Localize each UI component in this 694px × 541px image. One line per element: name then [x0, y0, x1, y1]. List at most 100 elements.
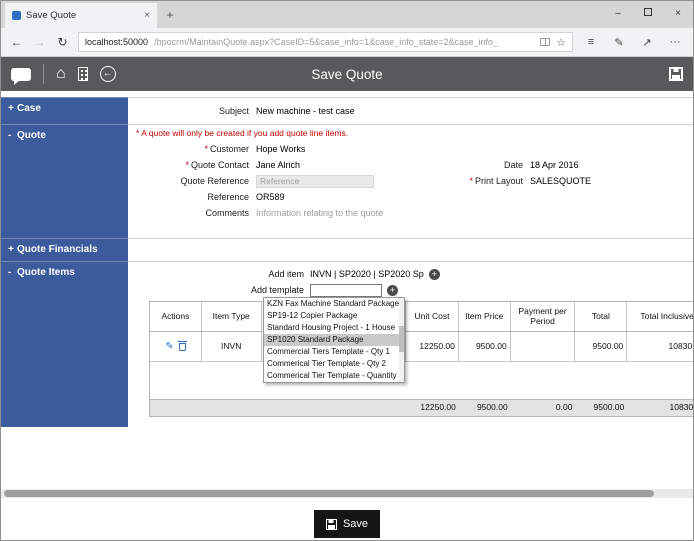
more-options-icon[interactable]: ··· — [665, 36, 685, 48]
col-header-total: Total — [575, 302, 627, 331]
horizontal-scrollbar[interactable] — [1, 489, 693, 498]
quote-reference-input[interactable] — [256, 175, 374, 188]
refresh-icon[interactable]: ↻ — [55, 35, 70, 49]
url-input[interactable]: localhost:50000 /bpocrm/MaintainQuote.as… — [78, 32, 573, 52]
date-label: Date — [416, 160, 523, 170]
row-item-type: INVN — [202, 332, 262, 361]
dropdown-option[interactable]: Commercial Tiers Template - Qty 1 — [264, 346, 399, 358]
expand-icon[interactable]: + — [8, 244, 17, 255]
quote-reference-label: Quote Reference — [128, 176, 256, 186]
section-quote-financials: +Quote Financials — [1, 238, 693, 261]
dropdown-scrollbar[interactable] — [399, 298, 404, 382]
building-icon[interactable] — [78, 67, 88, 81]
dropdown-option[interactable]: KZN Fax Machine Standard Package — [264, 298, 399, 310]
save-button[interactable]: Save — [314, 510, 380, 538]
dropdown-scroll-thumb[interactable] — [399, 326, 404, 352]
app-header: ⌂ ← Save Quote — [1, 57, 693, 91]
edit-icon[interactable]: ✎ — [165, 341, 173, 353]
add-template-plus-button[interactable]: + — [387, 285, 398, 296]
hub-icon[interactable]: ≡ — [581, 36, 601, 48]
dropdown-option-highlighted[interactable]: SP1020 Standard Package — [264, 334, 399, 346]
browser-tab[interactable]: Save Quote × — [5, 3, 157, 28]
row-item-price: 9500.00 — [459, 332, 511, 361]
web-note-icon[interactable]: ✎ — [609, 36, 629, 49]
col-header-item-price: Item Price — [459, 302, 511, 331]
required-marker: * — [469, 176, 473, 186]
sidebar-item-quote[interactable]: -Quote — [1, 124, 128, 238]
row-payment-per-period — [511, 332, 576, 361]
collapse-icon[interactable]: - — [8, 130, 17, 141]
save-floppy-icon — [326, 519, 337, 530]
subject-value: New machine - test case — [256, 106, 416, 116]
quote-contact-value[interactable]: Jane Alrich — [256, 160, 416, 170]
window-close-icon[interactable]: × — [663, 1, 693, 28]
save-bar: Save — [1, 510, 693, 538]
window-controls: – × — [603, 1, 693, 28]
sidebar-item-quote-items[interactable]: -Quote Items — [1, 261, 128, 427]
dropdown-option[interactable]: SP19-12 Copier Package — [264, 310, 399, 322]
forward-icon[interactable]: → — [32, 35, 47, 49]
add-template-input[interactable] — [310, 284, 382, 297]
totals-item-price: 9500.00 — [459, 400, 511, 416]
add-item-value[interactable]: INVN | SP2020 | SP2020 Sp — [310, 269, 424, 279]
row-actions-cell: ✎ — [150, 332, 202, 361]
back-circle-icon[interactable]: ← — [100, 66, 116, 82]
delete-icon[interactable] — [179, 343, 186, 351]
section-quote-items: -Quote Items Add item INVN | SP2020 | SP… — [1, 261, 693, 427]
dropdown-option[interactable]: Commerical Tier Template - Qty 2 — [264, 358, 399, 370]
favorites-star-icon[interactable]: ☆ — [556, 36, 566, 49]
home-icon[interactable]: ⌂ — [56, 66, 66, 82]
window-minimize-icon[interactable]: – — [603, 1, 633, 28]
browser-address-bar: ← → ↻ localhost:50000 /bpocrm/MaintainQu… — [1, 28, 693, 57]
save-icon[interactable] — [669, 67, 683, 81]
quote-contact-label: *Quote Contact — [128, 160, 256, 170]
quote-financials-panel — [128, 238, 693, 261]
date-value[interactable]: 18 Apr 2016 — [530, 160, 579, 170]
header-divider — [43, 64, 44, 84]
dropdown-option[interactable]: Commerical Tier Template - Quantity 3 — [264, 370, 399, 382]
collapse-icon[interactable]: - — [8, 267, 17, 278]
expand-icon[interactable]: + — [8, 103, 17, 114]
add-item-label: Add item — [128, 269, 310, 279]
col-header-total-inclusive: Total Inclusive — [627, 302, 693, 331]
browser-tab-bar: Save Quote × + – × — [1, 1, 693, 28]
sidebar-item-quote-financials[interactable]: +Quote Financials — [1, 238, 128, 261]
case-panel: Subject New machine - test case — [128, 97, 693, 124]
reading-view-icon[interactable] — [540, 38, 550, 46]
quote-items-panel: Add item INVN | SP2020 | SP2020 Sp + Add… — [128, 261, 693, 427]
comments-input[interactable] — [256, 208, 476, 218]
window-maximize-icon[interactable] — [633, 1, 663, 28]
tab-favicon-icon — [12, 11, 21, 20]
save-button-label: Save — [343, 518, 368, 530]
share-icon[interactable]: ↗ — [637, 36, 657, 49]
print-layout-label: *Print Layout — [416, 176, 523, 186]
col-header-item-type: Item Type — [202, 302, 262, 331]
row-total: 9500.00 — [575, 332, 627, 361]
required-marker: * — [204, 144, 208, 154]
customer-label: *Customer — [128, 144, 256, 154]
dropdown-option[interactable]: Standard Housing Project - 1 House — [264, 322, 399, 334]
customer-value[interactable]: Hope Works — [256, 144, 416, 154]
col-header-actions: Actions — [150, 302, 202, 331]
required-marker: * — [185, 160, 189, 170]
print-layout-value[interactable]: SALESQUOTE — [530, 176, 591, 186]
totals-payment-per-period: 0.00 — [511, 400, 576, 416]
row-unit-cost: 12250.00 — [406, 332, 459, 361]
totals-unit-cost: 12250.00 — [406, 400, 459, 416]
quote-note: * A quote will only be created if you ad… — [136, 128, 693, 139]
totals-total: 9500.00 — [575, 400, 627, 416]
url-path: /bpocrm/MaintainQuote.aspx?CaseID=5&case… — [154, 37, 534, 47]
sidebar-item-case[interactable]: +Case — [1, 97, 128, 124]
section-case: +Case Subject New machine - test case — [1, 97, 693, 124]
chat-icon[interactable] — [11, 68, 31, 81]
table-empty-space — [150, 362, 693, 399]
add-item-plus-button[interactable]: + — [429, 269, 440, 280]
horizontal-scroll-thumb[interactable] — [4, 490, 654, 497]
col-header-payment-per-period: Payment per Period — [511, 302, 576, 331]
new-tab-button[interactable]: + — [157, 3, 183, 28]
reference-label: Reference — [128, 192, 256, 202]
sidebar-item-label: Quote Items — [17, 267, 75, 278]
tab-close-icon[interactable]: × — [144, 10, 150, 21]
back-icon[interactable]: ← — [9, 35, 24, 49]
url-host: localhost:50000 — [85, 37, 148, 47]
